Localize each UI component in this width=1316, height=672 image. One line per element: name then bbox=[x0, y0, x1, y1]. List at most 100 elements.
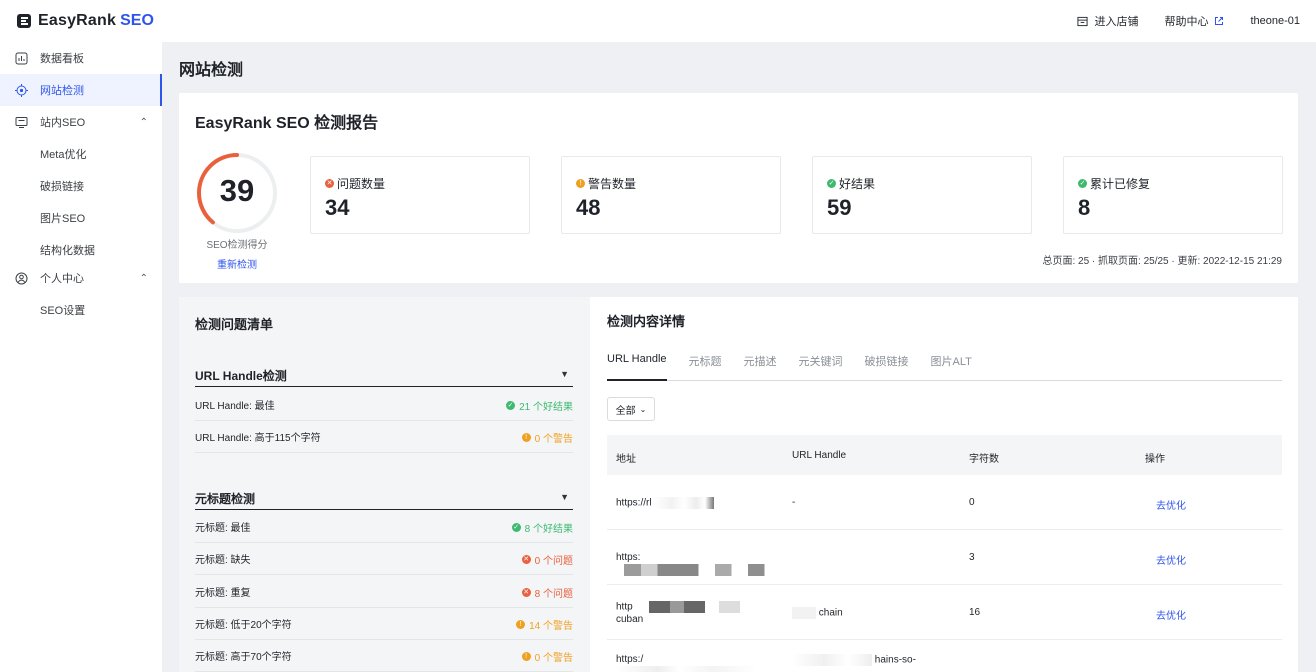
account-name: theone-01 bbox=[1250, 15, 1300, 27]
filter-select[interactable]: 全部 ⌄ bbox=[607, 397, 655, 421]
warning-icon: ! bbox=[521, 652, 531, 661]
sidebar: 数据看板 网站检测 站内SEO ⌃ Meta优化 破损链接 图片SEO 结构化数… bbox=[0, 42, 162, 672]
list-item[interactable]: 元标题: 高于70个字符 ! 0 个警告 bbox=[195, 640, 573, 672]
cell-count: 0 bbox=[969, 497, 975, 508]
seo-score: 39 bbox=[219, 173, 255, 208]
row-result: 0 个警告 bbox=[534, 653, 573, 664]
url-text-line2: cuban bbox=[616, 613, 644, 625]
stat-issues: ✕ 问题数量 34 bbox=[310, 156, 530, 234]
sidebar-item-personal-center[interactable]: 个人中心 ⌃ bbox=[0, 262, 162, 294]
list-item[interactable]: URL Handle: 高于115个字符 ! 0 个警告 bbox=[195, 421, 573, 453]
url-text: http bbox=[616, 601, 633, 613]
cell-url: https:/ bbox=[616, 654, 786, 672]
details-title: 检测内容详情 bbox=[607, 314, 686, 329]
group-title: 元标题检测 bbox=[195, 492, 256, 506]
redacted-block bbox=[792, 654, 872, 666]
tab-meta-description[interactable]: 元描述 bbox=[744, 353, 777, 381]
detail-tabs: URL Handle 元标题 元描述 元关键词 破损链接 图片ALT bbox=[607, 353, 1282, 381]
chevron-down-icon: ⌄ bbox=[639, 404, 647, 414]
warning-icon: ! bbox=[516, 620, 526, 629]
brand[interactable]: EasyRank SEO bbox=[16, 12, 154, 30]
check-icon: ✓ bbox=[1078, 179, 1087, 188]
list-item[interactable]: URL Handle: 最佳 ✓ 21 个好结果 bbox=[195, 389, 573, 421]
stat-label: 好结果 bbox=[839, 177, 876, 191]
page-title: 网站检测 bbox=[179, 62, 244, 79]
warning-icon: ! bbox=[521, 433, 531, 442]
external-link-icon bbox=[1215, 17, 1224, 25]
monitor-icon bbox=[14, 115, 28, 129]
dashboard-icon bbox=[14, 51, 28, 65]
check-icon: ✓ bbox=[506, 401, 516, 410]
issues-panel: 检测问题清单 URL Handle检测 ▼ URL Handle: 最佳 ✓ 21… bbox=[179, 297, 590, 672]
table-row: https://rl - 0 去优化 bbox=[607, 475, 1282, 530]
cell-count: 16 bbox=[969, 607, 981, 618]
tab-url-handle[interactable]: URL Handle bbox=[607, 353, 667, 381]
tab-image-alt[interactable]: 图片ALT bbox=[931, 353, 972, 381]
list-item[interactable]: 元标题: 低于20个字符 ! 14 个警告 bbox=[195, 608, 573, 640]
column-header: 操作 bbox=[1145, 454, 1165, 465]
sidebar-item-dashboard[interactable]: 数据看板 bbox=[0, 42, 162, 74]
help-center-label: 帮助中心 bbox=[1164, 16, 1209, 28]
report-meta: 总页面: 25 · 抓取页面: 25/25 · 更新: 2022-12-15 2… bbox=[1042, 256, 1282, 267]
group-header-meta-title[interactable]: 元标题检测 ▼ bbox=[195, 490, 573, 510]
list-item[interactable]: 元标题: 重复 ✕ 8 个问题 bbox=[195, 576, 573, 608]
row-label: URL Handle: 最佳 bbox=[195, 401, 275, 412]
url-text: https: bbox=[616, 552, 641, 563]
stat-value: 34 bbox=[325, 195, 350, 220]
rescan-button[interactable]: 重新检测 bbox=[187, 256, 287, 271]
enter-store-link[interactable]: 进入店铺 bbox=[1077, 13, 1138, 29]
redacted-block bbox=[616, 666, 756, 672]
store-icon bbox=[1077, 16, 1088, 26]
brand-name: EasyRank bbox=[38, 12, 117, 29]
tab-meta-keywords[interactable]: 元关键词 bbox=[799, 353, 843, 381]
table-row: http cuban chain 16 去优化 bbox=[607, 585, 1282, 640]
cell-count: 3 bbox=[969, 552, 975, 563]
sidebar-item-meta[interactable]: Meta优化 bbox=[0, 138, 162, 170]
optimize-link[interactable]: 去优化 bbox=[1156, 607, 1186, 622]
redacted-block bbox=[616, 564, 781, 576]
cell-url: http cuban bbox=[616, 601, 786, 626]
row-result: 0 个问题 bbox=[534, 556, 573, 567]
help-center-link[interactable]: 帮助中心 bbox=[1164, 13, 1224, 29]
stat-label: 累计已修复 bbox=[1090, 177, 1151, 191]
tab-meta-title[interactable]: 元标题 bbox=[689, 353, 722, 381]
error-icon: ✕ bbox=[521, 555, 531, 564]
row-result: 14 个警告 bbox=[529, 621, 573, 632]
cell-url: https://rl bbox=[616, 497, 786, 510]
table-header: 地址 URL Handle 字符数 操作 bbox=[607, 435, 1282, 475]
enter-store-label: 进入店铺 bbox=[1094, 16, 1139, 28]
target-icon bbox=[14, 83, 28, 97]
row-label: 元标题: 高于70个字符 bbox=[195, 652, 292, 663]
seo-report-card: EasyRank SEO 检测报告 39 SEO检测得分 重新检测 ✕ 问题数量 … bbox=[179, 93, 1298, 283]
filter-value: 全部 bbox=[615, 405, 636, 417]
row-result: 8 个问题 bbox=[534, 589, 573, 600]
issues-title: 检测问题清单 bbox=[195, 317, 274, 332]
sidebar-item-seo-settings[interactable]: SEO设置 bbox=[0, 294, 162, 326]
sidebar-item-image-seo[interactable]: 图片SEO bbox=[0, 202, 162, 234]
stat-value: 59 bbox=[827, 195, 852, 220]
sidebar-item-site-check[interactable]: 网站检测 bbox=[0, 74, 162, 106]
group-header-url-handle[interactable]: URL Handle检测 ▼ bbox=[195, 367, 573, 387]
stat-value: 8 bbox=[1078, 195, 1091, 220]
stat-label: 警告数量 bbox=[588, 177, 637, 191]
check-icon: ✓ bbox=[827, 179, 836, 188]
tab-broken-links[interactable]: 破损链接 bbox=[865, 353, 909, 381]
list-item[interactable]: 元标题: 最佳 ✓ 8 个好结果 bbox=[195, 511, 573, 543]
sidebar-item-onsite-seo[interactable]: 站内SEO ⌃ bbox=[0, 106, 162, 138]
optimize-link[interactable]: 去优化 bbox=[1156, 552, 1186, 567]
chevron-up-icon: ⌃ bbox=[139, 272, 148, 284]
row-label: URL Handle: 高于115个字符 bbox=[195, 433, 321, 444]
row-label: 元标题: 最佳 bbox=[195, 523, 251, 534]
sidebar-item-broken-links[interactable]: 破损链接 bbox=[0, 170, 162, 202]
list-item[interactable]: 元标题: 缺失 ✕ 0 个问题 bbox=[195, 543, 573, 575]
cell-url: https: bbox=[616, 552, 786, 577]
cell-handle: - bbox=[792, 497, 796, 508]
handle-text: hains-so- bbox=[874, 654, 916, 666]
stat-value: 48 bbox=[576, 195, 601, 220]
sidebar-item-label: 站内SEO bbox=[40, 117, 86, 129]
row-result: 8 个好结果 bbox=[524, 524, 573, 535]
redacted-block bbox=[635, 601, 776, 613]
optimize-link[interactable]: 去优化 bbox=[1156, 497, 1186, 512]
logo-icon bbox=[17, 14, 31, 28]
account-menu[interactable]: theone-01 bbox=[1250, 15, 1300, 27]
